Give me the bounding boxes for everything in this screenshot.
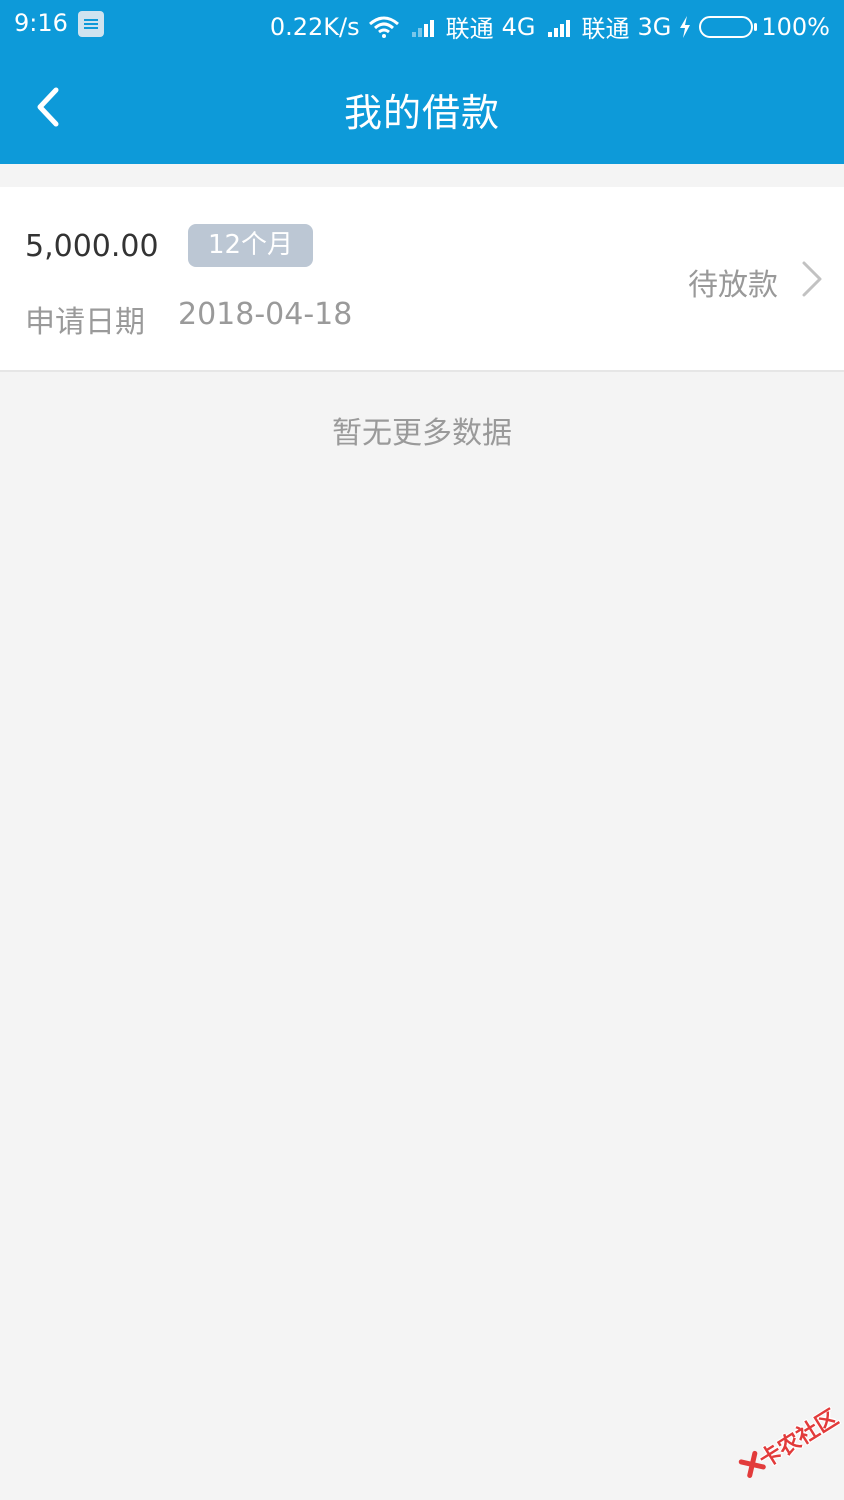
- carrier-1: 联通: [445, 15, 494, 43]
- status-time: 9:16: [14, 9, 68, 37]
- loan-amount: 5,000.00: [25, 229, 159, 264]
- empty-message: 暂无更多数据: [332, 416, 512, 451]
- loan-status: 待放款: [688, 268, 778, 303]
- app-bar: 我的借款: [0, 50, 844, 164]
- chevron-right-icon: [802, 261, 822, 297]
- charging-icon: [680, 15, 691, 38]
- status-indicators: 0.22K/s 联通 4G 联通 3G 100%: [270, 9, 830, 44]
- watermark: 卡农社区: [730, 1396, 844, 1500]
- apply-date-value: 2018-04-18: [178, 297, 353, 332]
- loan-list-item[interactable]: 5,000.00 12个月 申请日期 2018-04-18 待放款: [0, 187, 844, 372]
- signal-icon-2: [547, 17, 570, 37]
- network-type-1: 4G: [501, 12, 536, 41]
- carrier-2: 联通: [581, 15, 630, 43]
- apply-date-label: 申请日期: [25, 305, 145, 340]
- network-type-2: 3G: [637, 12, 672, 41]
- page-title: 我的借款: [343, 91, 500, 135]
- status-bar: 9:16 0.22K/s 联通 4G 联通 3G 100%: [0, 0, 844, 50]
- network-speed: 0.22K/s: [269, 12, 360, 41]
- notification-icon: [78, 11, 104, 37]
- watermark-text: 卡农社区: [755, 1405, 844, 1474]
- battery-level: 100%: [761, 12, 830, 41]
- battery-icon: [699, 15, 758, 38]
- top-bar: 9:16 0.22K/s 联通 4G 联通 3G 100% 我的借款: [0, 0, 844, 164]
- signal-icon-1: [411, 17, 434, 37]
- wifi-icon: [368, 16, 399, 38]
- term-badge: 12个月: [188, 224, 313, 267]
